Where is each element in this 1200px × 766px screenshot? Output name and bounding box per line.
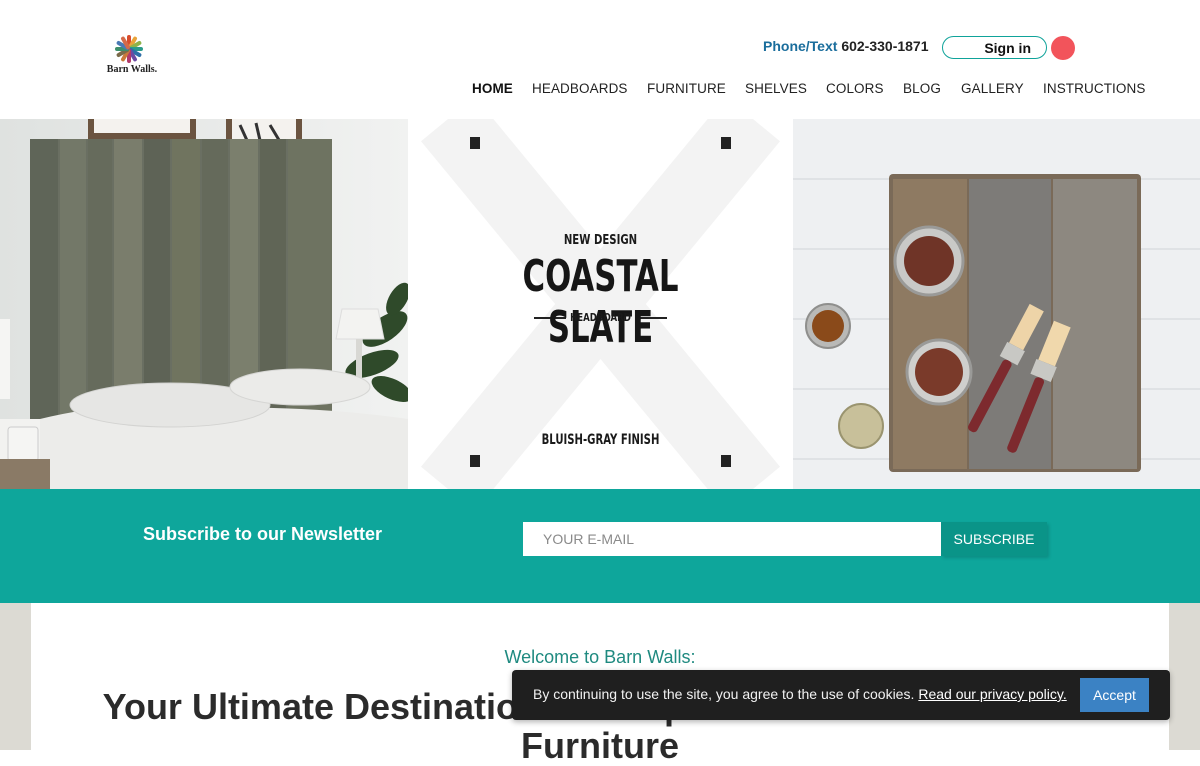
hero-banner[interactable]: NEW DESIGN COASTAL SLATE HEADBOARD BLUIS… xyxy=(0,119,1200,489)
hero-promo-panel[interactable]: NEW DESIGN COASTAL SLATE HEADBOARD BLUIS… xyxy=(408,119,793,489)
logo-wordmark: Barn Walls. xyxy=(106,64,158,75)
nav-item-shelves[interactable]: SHELVES xyxy=(745,81,807,96)
welcome-subtitle: Welcome to Barn Walls: xyxy=(504,647,696,667)
hero-paint-image xyxy=(793,119,1200,489)
nav-item-furniture[interactable]: FURNITURE xyxy=(647,81,726,96)
nav-item-blog[interactable]: BLOG xyxy=(903,81,941,96)
email-input[interactable] xyxy=(523,522,941,556)
newsletter-title: Subscribe to our Newsletter xyxy=(143,524,383,544)
cookie-message: By continuing to use the site, you agree… xyxy=(533,686,1067,702)
main-nav: HOME HEADBOARDS FURNITURE SHELVES COLORS… xyxy=(0,81,1200,99)
phone-number[interactable]: 602-330-1871 xyxy=(841,38,928,54)
accept-cookies-button[interactable]: Accept xyxy=(1080,678,1149,712)
brand-logo[interactable]: Barn Walls. xyxy=(100,34,164,80)
promo-finish: BLUISH-GRAY FINISH xyxy=(541,432,660,448)
nav-item-gallery[interactable]: GALLERY xyxy=(961,81,1024,96)
sign-in-button[interactable]: Sign in xyxy=(942,36,1047,59)
newsletter-section: Subscribe to our Newsletter SUBSCRIBE xyxy=(0,489,1200,603)
cookie-banner: By continuing to use the site, you agree… xyxy=(512,670,1170,720)
promo-badge: NEW DESIGN xyxy=(563,233,638,248)
phone-label: Phone/Text xyxy=(763,38,838,54)
nav-item-instructions[interactable]: INSTRUCTIONS xyxy=(1043,81,1145,96)
cookie-text: By continuing to use the site, you agree… xyxy=(533,686,915,702)
nav-item-home[interactable]: HOME xyxy=(472,81,513,96)
site-header: Barn Walls. Phone/Text 602-330-1871 Sign… xyxy=(0,0,1200,119)
header-phone[interactable]: Phone/Text 602-330-1871 xyxy=(763,38,929,54)
notification-dot-icon[interactable] xyxy=(1051,36,1075,60)
promo-title: COASTAL SLATE xyxy=(522,251,679,353)
nav-item-colors[interactable]: COLORS xyxy=(826,81,884,96)
hero-bedroom-image xyxy=(0,119,408,489)
nav-item-headboards[interactable]: HEADBOARDS xyxy=(532,81,628,96)
subscribe-button[interactable]: SUBSCRIBE xyxy=(941,522,1047,556)
privacy-policy-link[interactable]: Read our privacy policy. xyxy=(918,686,1066,702)
logo-sunburst-icon xyxy=(114,34,144,64)
promo-subtitle: HEADBOARD xyxy=(570,311,631,324)
